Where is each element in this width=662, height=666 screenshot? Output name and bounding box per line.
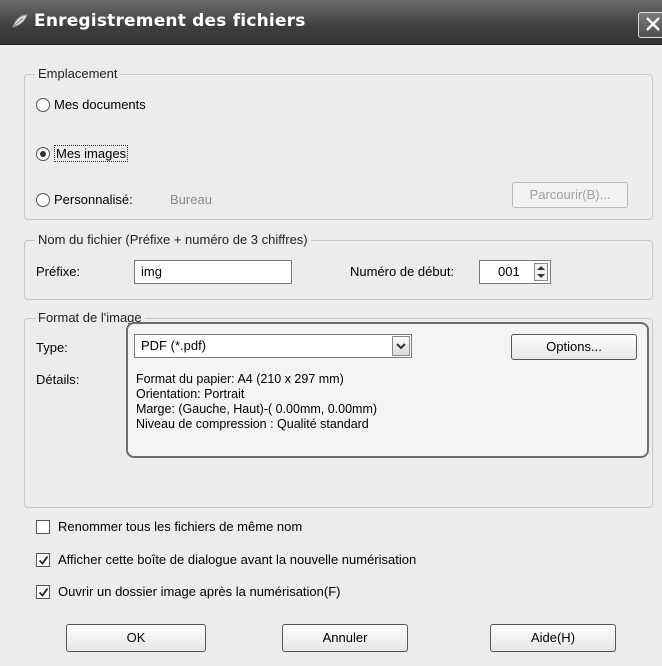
ok-button[interactable]: OK	[66, 624, 206, 652]
location-legend: Emplacement	[35, 66, 121, 81]
radio-my-pictures-label[interactable]: Mes images	[54, 145, 129, 162]
radio-custom-label[interactable]: Personnalisé:	[54, 192, 133, 207]
type-select-value: PDF (*.pdf)	[141, 338, 207, 353]
details-line-margin: Marge: (Gauche, Haut)-( 0.00mm, 0.00mm)	[136, 402, 378, 416]
rename-checkbox[interactable]	[36, 520, 50, 534]
open-folder-checkbox[interactable]	[36, 585, 50, 599]
show-dialog-checkbox-label[interactable]: Afficher cette boîte de dialogue avant l…	[58, 552, 416, 567]
radio-my-pictures[interactable]	[36, 147, 50, 161]
radio-my-documents-label[interactable]: Mes documents	[54, 97, 146, 112]
save-files-dialog: Enregistrement des fichiers Emplacement …	[0, 0, 662, 666]
type-label: Type:	[36, 340, 68, 355]
custom-path-value: Bureau	[170, 192, 212, 207]
title-bar[interactable]: Enregistrement des fichiers	[0, 0, 662, 45]
options-button[interactable]: Options...	[511, 334, 637, 360]
details-label: Détails:	[36, 372, 80, 387]
start-number-value: 001	[498, 264, 520, 279]
radio-my-documents[interactable]	[36, 98, 50, 112]
prefix-label: Préfixe:	[36, 264, 81, 279]
scanner-leaf-icon	[10, 12, 30, 32]
cancel-button[interactable]: Annuler	[282, 624, 408, 652]
check-icon	[38, 587, 49, 597]
browse-button[interactable]: Parcourir(B)...	[512, 182, 628, 208]
chevron-down-icon[interactable]	[392, 336, 410, 356]
details-line-orientation: Orientation: Portrait	[136, 387, 245, 401]
close-button[interactable]	[638, 12, 662, 38]
close-icon	[646, 17, 660, 31]
type-select[interactable]: PDF (*.pdf)	[134, 334, 412, 358]
prefix-input[interactable]: img	[134, 260, 292, 284]
help-button[interactable]: Aide(H)	[490, 624, 616, 652]
rename-checkbox-label[interactable]: Renommer tous les fichiers de même nom	[58, 519, 302, 534]
window-title: Enregistrement des fichiers	[34, 11, 306, 31]
check-icon	[38, 555, 49, 565]
start-number-input[interactable]: 001	[479, 260, 551, 284]
show-dialog-checkbox[interactable]	[36, 553, 50, 567]
spinner-icon[interactable]	[534, 263, 548, 281]
details-line-paper: Format du papier: A4 (210 x 297 mm)	[136, 372, 344, 386]
open-folder-checkbox-label[interactable]: Ouvrir un dossier image après la numéris…	[58, 584, 341, 599]
filename-group: Nom du fichier (Préfixe + numéro de 3 ch…	[24, 232, 653, 300]
details-text: Format du papier: A4 (210 x 297 mm) Orie…	[136, 372, 596, 432]
details-line-compression: Niveau de compression : Qualité standard	[136, 417, 369, 431]
start-number-label: Numéro de début:	[350, 264, 455, 279]
radio-custom[interactable]	[36, 193, 50, 207]
filename-legend: Nom du fichier (Préfixe + numéro de 3 ch…	[35, 232, 311, 247]
